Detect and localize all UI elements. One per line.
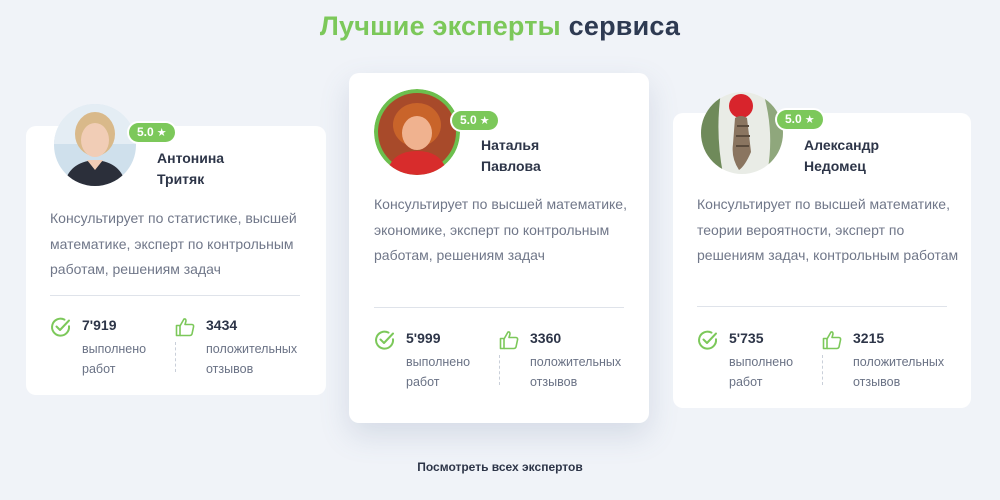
expert-name[interactable]: Антонина Тритяк xyxy=(157,148,297,190)
reviews-count: 3360 xyxy=(530,330,562,346)
expert-last-name: Недомец xyxy=(804,158,866,174)
star-icon: ★ xyxy=(156,127,167,139)
stat-separator xyxy=(499,355,500,385)
section-title-rest: сервиса xyxy=(568,11,681,41)
expert-first-name: Антонина xyxy=(157,150,225,166)
positive-reviews-stat: 3215 положительных отзывов xyxy=(821,329,946,395)
expert-description: Консультирует по высшей математике, теор… xyxy=(697,196,959,263)
thumbs-up-icon xyxy=(175,318,195,337)
completed-count: 7'919 xyxy=(82,317,117,333)
rating-badge: 5.0 ★ xyxy=(129,123,175,142)
expert-avatar xyxy=(54,104,136,186)
expert-avatar xyxy=(701,92,783,174)
expert-first-name: Александр xyxy=(804,137,880,153)
expert-last-name: Павлова xyxy=(481,158,541,174)
section-title-accent: Лучшие эксперты xyxy=(319,11,561,41)
card-divider xyxy=(697,306,947,307)
stat-separator xyxy=(175,342,176,372)
expert-last-name: Тритяк xyxy=(157,171,205,187)
expert-description: Консультирует по статистике, высшей мате… xyxy=(50,210,297,277)
check-circle-icon xyxy=(375,330,395,350)
positive-reviews-stat: 3434 положительных отзывов xyxy=(174,316,299,382)
section-title: Лучшие эксперты сервиса xyxy=(0,11,1000,42)
completed-works-stat: 7'919 выполнено работ xyxy=(50,316,175,382)
rating-value: 5.0 xyxy=(137,125,154,139)
expert-avatar xyxy=(374,89,460,175)
positive-reviews-stat: 3360 положительных отзывов xyxy=(498,329,623,395)
expert-card[interactable]: 5.0 ★ Александр Недомец Консультирует по … xyxy=(673,92,971,408)
star-icon: ★ xyxy=(479,115,490,127)
rating-badge: 5.0 ★ xyxy=(452,111,498,130)
reviews-label: положительных отзывов xyxy=(530,355,622,389)
expert-name[interactable]: Наталья Павлова xyxy=(481,135,621,177)
reviews-count: 3434 xyxy=(206,317,238,333)
card-divider xyxy=(50,295,300,296)
expert-card[interactable]: 5.0 ★ Наталья Павлова Консультирует по вы… xyxy=(349,73,649,423)
reviews-label: положительных отзывов xyxy=(206,342,298,376)
completed-count: 5'735 xyxy=(729,330,764,346)
reviews-label: положительных отзывов xyxy=(853,355,945,389)
thumbs-up-icon xyxy=(499,331,519,350)
completed-works-stat: 5'735 выполнено работ xyxy=(697,329,822,395)
card-divider xyxy=(374,307,624,308)
rating-value: 5.0 xyxy=(460,113,477,127)
star-icon: ★ xyxy=(804,114,815,126)
expert-name[interactable]: Александр Недомец xyxy=(804,135,944,177)
check-circle-icon xyxy=(698,330,718,350)
rating-badge: 5.0 ★ xyxy=(777,110,823,129)
reviews-count: 3215 xyxy=(853,330,885,346)
thumbs-up-icon xyxy=(822,331,842,350)
completed-works-stat: 5'999 выполнено работ xyxy=(374,329,499,395)
completed-count: 5'999 xyxy=(406,330,441,346)
view-all-experts-link[interactable]: Посмотреть всех экспертов xyxy=(0,460,1000,474)
check-circle-icon xyxy=(51,317,71,337)
expert-description: Консультирует по высшей математике, экон… xyxy=(374,196,627,263)
rating-value: 5.0 xyxy=(785,112,802,126)
expert-first-name: Наталья xyxy=(481,137,540,153)
expert-card[interactable]: 5.0 ★ Антонина Тритяк Консультирует по ст… xyxy=(26,104,326,395)
stat-separator xyxy=(822,355,823,385)
